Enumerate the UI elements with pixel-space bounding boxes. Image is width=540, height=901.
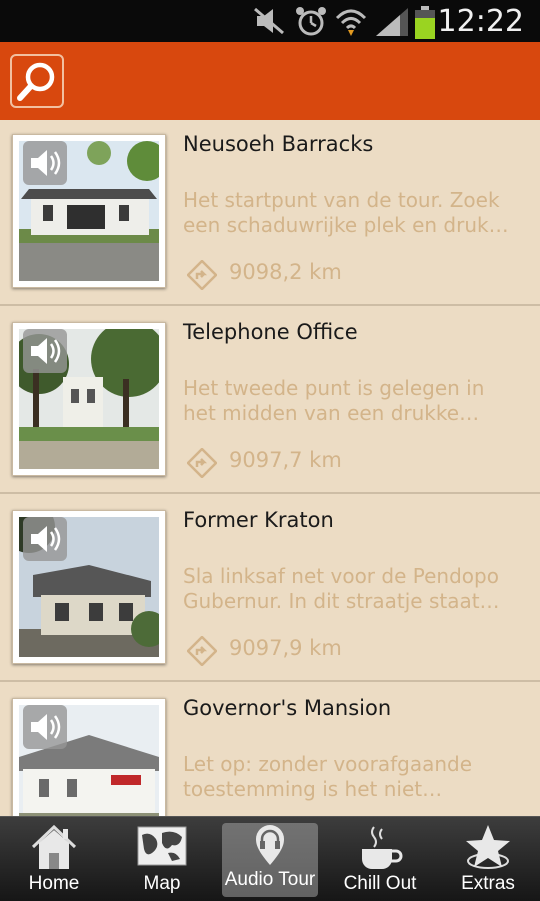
directions-icon [186, 635, 218, 667]
distance: 9097,7 km [186, 447, 342, 479]
description-line: Gubernur. In dit straatje staat… [183, 589, 500, 613]
list-item[interactable]: Telephone Office Het tweede punt is gele… [0, 308, 540, 494]
speaker-icon [31, 526, 61, 552]
tab-label: Chill Out [343, 873, 417, 894]
directions-icon [186, 259, 218, 291]
tab-chill-out[interactable]: Chill Out [332, 817, 428, 901]
description-line: Het startpunt van de tour. Zoek [183, 188, 500, 212]
star-icon [466, 825, 510, 869]
tab-map[interactable]: Map [114, 817, 210, 901]
search-button[interactable] [10, 54, 64, 108]
location-thumbnail [12, 698, 166, 816]
wifi-icon [335, 9, 367, 36]
tour-list[interactable]: Neusoeh Barracks Het startpunt van de to… [0, 120, 540, 816]
location-description: Let op: zonder voorafgaande toestemming … [183, 752, 533, 802]
location-thumbnail [12, 510, 166, 664]
list-item[interactable]: Governor's Mansion Let op: zonder vooraf… [0, 684, 540, 816]
audio-badge [23, 329, 67, 373]
location-title: Telephone Office [183, 320, 358, 344]
audio-badge [23, 705, 67, 749]
search-icon [17, 62, 55, 101]
description-line: Let op: zonder voorafgaande [183, 752, 473, 776]
description-line: toestemming is het niet… [183, 777, 443, 801]
speaker-icon [31, 714, 61, 740]
signal-icon [376, 8, 408, 36]
location-title: Former Kraton [183, 508, 334, 532]
tab-label: Audio Tour [224, 869, 316, 890]
map-icon [137, 826, 187, 866]
distance-value: 9098,2 km [229, 260, 342, 284]
battery-icon [415, 6, 435, 39]
distance-value: 9097,7 km [229, 448, 342, 472]
location-thumbnail [12, 134, 166, 288]
headphones-pin-icon [256, 825, 284, 865]
house-icon [31, 824, 77, 869]
location-title: Governor's Mansion [183, 696, 392, 720]
tab-extras[interactable]: Extras [440, 817, 536, 901]
description-line: Het tweede punt is gelegen in [183, 376, 485, 400]
tab-label: Extras [461, 873, 515, 894]
location-thumbnail [12, 322, 166, 476]
coffee-cup-icon [362, 826, 403, 869]
app-bar [0, 42, 540, 120]
location-description: Het tweede punt is gelegen in het midden… [183, 376, 533, 426]
list-item[interactable]: Neusoeh Barracks Het startpunt van de to… [0, 120, 540, 306]
status-bar: 12:22 [0, 0, 540, 42]
distance: 9098,2 km [186, 259, 342, 291]
tab-label: Map [143, 873, 181, 894]
speaker-icon [31, 338, 61, 364]
mute-icon [254, 7, 284, 35]
tab-home[interactable]: Home [6, 817, 102, 901]
location-title: Neusoeh Barracks [183, 132, 374, 156]
distance-value: 9097,9 km [229, 636, 342, 660]
tab-label: Home [28, 873, 80, 894]
alarm-icon [296, 7, 326, 36]
description-line: een schaduwrijke plek en druk… [183, 213, 509, 237]
speaker-icon [31, 150, 61, 176]
audio-badge [23, 141, 67, 185]
audio-badge [23, 517, 67, 561]
bottom-tab-bar: Home Map Audio Tour Chill Out Extras [0, 816, 540, 901]
directions-icon [186, 447, 218, 479]
description-line: het midden van een drukke… [183, 401, 480, 425]
description-line: Sla linksaf net voor de Pendopo [183, 564, 499, 588]
distance: 9097,9 km [186, 635, 342, 667]
location-description: Sla linksaf net voor de Pendopo Gubernur… [183, 564, 533, 614]
tab-audio-tour[interactable]: Audio Tour [222, 823, 318, 897]
list-item[interactable]: Former Kraton Sla linksaf net voor de Pe… [0, 496, 540, 682]
status-time: 12:22 [437, 4, 524, 39]
location-description: Het startpunt van de tour. Zoek een scha… [183, 188, 533, 238]
